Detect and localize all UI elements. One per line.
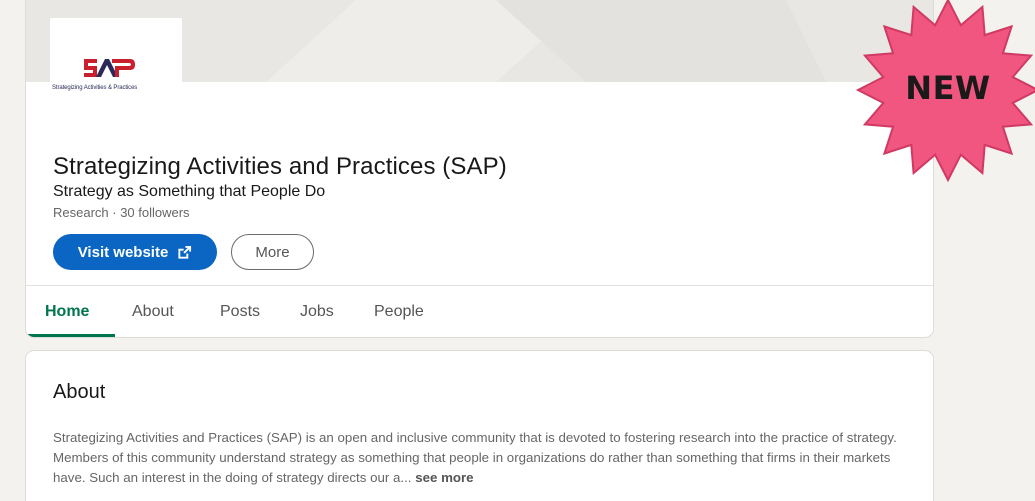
company-logo[interactable]: Strategizing Activities & Practices xyxy=(50,18,182,100)
about-text: Strategizing Activities and Practices (S… xyxy=(53,428,915,488)
company-meta: Research · 30 followers xyxy=(53,205,190,220)
active-tab-indicator xyxy=(26,334,115,337)
company-name: Strategizing Activities and Practices (S… xyxy=(53,153,507,180)
tab-jobs[interactable]: Jobs xyxy=(300,303,334,321)
visit-website-button[interactable]: Visit website xyxy=(53,234,217,270)
tab-posts[interactable]: Posts xyxy=(220,303,260,321)
about-card: About Strategizing Activities and Practi… xyxy=(25,350,934,501)
about-description: Strategizing Activities and Practices (S… xyxy=(53,430,897,485)
external-link-icon xyxy=(178,245,192,259)
about-title: About xyxy=(53,381,106,403)
more-button[interactable]: More xyxy=(231,234,314,270)
company-tagline: Strategy as Something that People Do xyxy=(53,183,326,200)
sap-logo-icon xyxy=(84,59,135,77)
visit-website-label: Visit website xyxy=(77,243,169,261)
new-badge-label: NEW xyxy=(905,69,991,107)
tab-about[interactable]: About xyxy=(132,303,174,321)
company-top-card: Strategizing Activities & Practices Stra… xyxy=(25,0,934,338)
see-more-link[interactable]: see more xyxy=(415,470,473,485)
logo-subtext: Strategizing Activities & Practices xyxy=(52,85,138,91)
tab-people[interactable]: People xyxy=(374,303,424,321)
tab-home[interactable]: Home xyxy=(45,303,89,321)
tabs-divider xyxy=(26,285,933,286)
